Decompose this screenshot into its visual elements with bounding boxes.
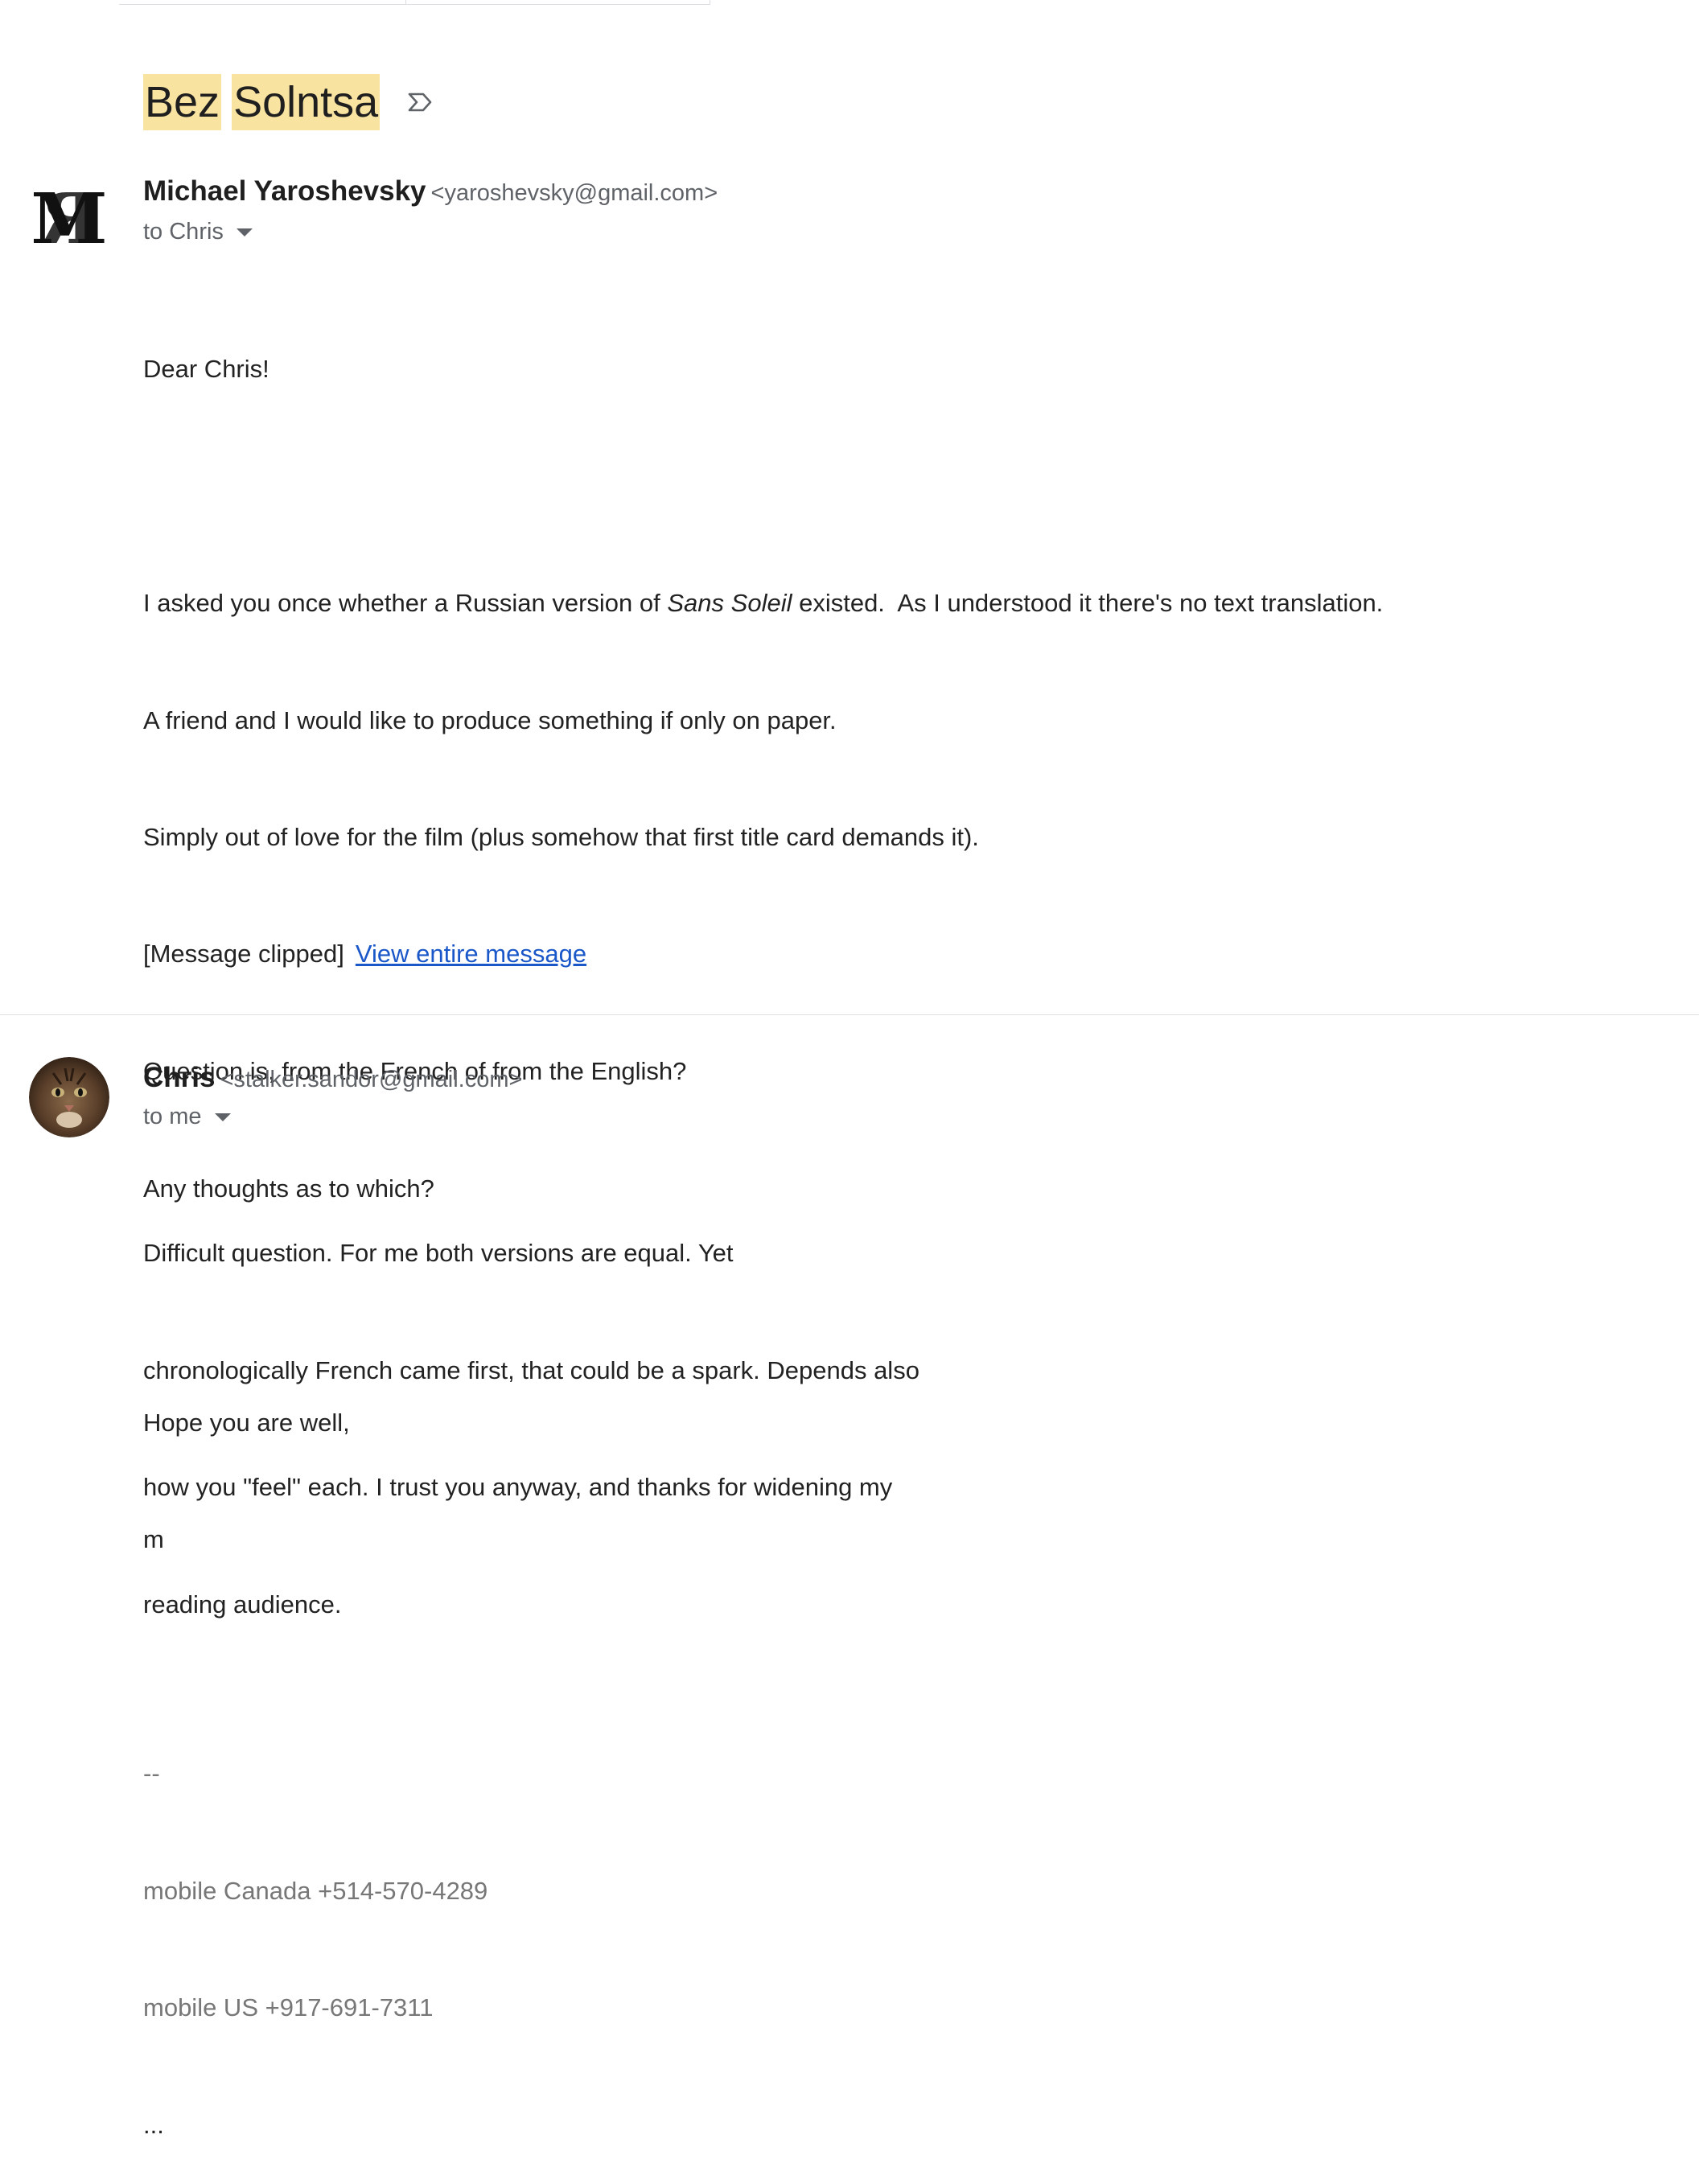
- top-tab-strip: [119, 0, 710, 5]
- recipient-line[interactable]: to me: [143, 1104, 231, 1130]
- recipient-line[interactable]: to Chris: [143, 219, 253, 245]
- view-entire-message-link[interactable]: View entire message: [356, 940, 586, 968]
- signature-phone: mobile Canada +514-570-4289: [143, 1876, 488, 1905]
- email-subject: Bez Solntsa: [143, 74, 434, 130]
- sender-email: <stalker.sandor@gmail.com>: [220, 1067, 523, 1092]
- signature-separator: --: [143, 1759, 160, 1787]
- body-line: Difficult question. For me both versions…: [143, 1239, 734, 1267]
- svg-text:R: R: [40, 179, 98, 254]
- message-clipped-notice: [Message clipped] View entire message: [143, 935, 586, 973]
- sender-line: Chris <stalker.sandor@gmail.com>: [143, 1062, 522, 1094]
- film-title: Sans Soleil: [667, 589, 792, 617]
- top-tab-right: [406, 0, 710, 5]
- sender-avatar[interactable]: [29, 1057, 109, 1137]
- message-divider: [0, 1014, 1699, 1015]
- sender-line: Michael Yaroshevsky <yaroshevsky@gmail.co…: [143, 175, 718, 208]
- body-line: chronologically French came first, that …: [143, 1355, 919, 1384]
- body-line: A friend and I would like to produce som…: [143, 705, 837, 734]
- sender-email: <yaroshevsky@gmail.com>: [430, 180, 718, 206]
- recipient-text: to Chris: [143, 219, 224, 245]
- message-body: Difficult question. For me both versions…: [143, 1156, 919, 1664]
- subject-word-2: Solntsa: [232, 74, 381, 130]
- monogram-avatar-icon: M R: [31, 179, 107, 254]
- sender-avatar[interactable]: M R: [29, 174, 109, 254]
- sender-name[interactable]: Michael Yaroshevsky: [143, 175, 426, 207]
- show-details-chevron-icon[interactable]: [236, 228, 253, 236]
- cat-avatar-icon: [29, 1057, 109, 1137]
- sender-name[interactable]: Chris: [143, 1062, 215, 1093]
- body-line: reading audience.: [143, 1590, 342, 1618]
- recipient-text: to me: [143, 1104, 202, 1129]
- body-line: Dear Chris!: [143, 355, 269, 383]
- body-line: how you "feel" each. I trust you anyway,…: [143, 1473, 893, 1501]
- body-line: I asked you once whether a Russian versi…: [143, 589, 1384, 617]
- signature-phone: mobile US +917-691-7311: [143, 1993, 434, 2022]
- clipped-label: [Message clipped]: [143, 940, 344, 968]
- subject-word-1: Bez: [143, 74, 222, 130]
- body-line: Simply out of love for the film (plus so…: [143, 823, 979, 851]
- trimmed-content-ellipsis[interactable]: ...: [143, 2106, 1383, 2145]
- top-tab-left: [119, 0, 406, 5]
- important-label-icon[interactable]: [405, 88, 434, 117]
- show-details-chevron-icon[interactable]: [214, 1113, 231, 1121]
